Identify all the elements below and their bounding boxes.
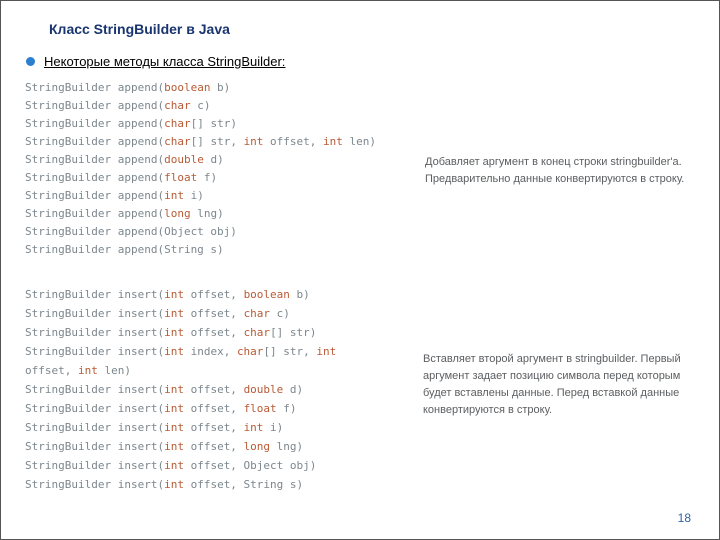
method-signature: StringBuilder append(long lng): [25, 205, 400, 223]
method-signature: StringBuilder append(String s): [25, 241, 400, 259]
method-signature: StringBuilder insert(int offset, Object …: [25, 456, 398, 475]
method-signature: StringBuilder insert(int offset, char c): [25, 304, 398, 323]
method-signature: StringBuilder insert(int offset, char[] …: [25, 323, 398, 342]
method-signature: StringBuilder insert(int offset, double …: [25, 380, 398, 399]
method-signature: StringBuilder insert(int offset, float f…: [25, 399, 398, 418]
method-signature: StringBuilder insert(int index, char[] s…: [25, 342, 398, 361]
slide-title: Класс StringBuilder в Java: [49, 21, 230, 37]
bullet-text: Некоторые методы класса StringBuilder:: [44, 54, 285, 69]
method-signature: StringBuilder append(double d): [25, 151, 400, 169]
method-signature: StringBuilder append(char c): [25, 97, 400, 115]
method-signature: StringBuilder append(boolean b): [25, 79, 400, 97]
method-signature: StringBuilder insert(int offset, boolean…: [25, 285, 398, 304]
method-signature: StringBuilder append(float f): [25, 169, 400, 187]
insert-description-text: Вставляет второй аргумент в stringbuilde…: [423, 351, 695, 419]
method-signature: StringBuilder insert(int offset, int i): [25, 418, 398, 437]
insert-description: Вставляет второй аргумент в stringbuilde…: [408, 279, 705, 491]
method-signature: StringBuilder append(char[] str): [25, 115, 400, 133]
method-signature: StringBuilder append(Object obj): [25, 223, 400, 241]
insert-block: StringBuilder insert(int offset, boolean…: [15, 279, 705, 491]
method-signature: StringBuilder insert(int offset, String …: [25, 475, 398, 491]
method-signature: StringBuilder append(int i): [25, 187, 400, 205]
bullet-icon: [26, 57, 35, 66]
page-number: 18: [678, 511, 691, 525]
bullet-row: Некоторые методы класса StringBuilder:: [26, 54, 285, 69]
method-signature: StringBuilder append(char[] str, int off…: [25, 133, 400, 151]
method-signature: offset, int len): [25, 361, 398, 380]
append-description: Добавляет аргумент в конец строки string…: [410, 73, 705, 269]
slide: Класс StringBuilder в Java Некоторые мет…: [0, 0, 720, 540]
method-signature: StringBuilder insert(int offset, long ln…: [25, 437, 398, 456]
append-block: StringBuilder append(boolean b)StringBui…: [15, 73, 705, 269]
insert-methods: StringBuilder insert(int offset, boolean…: [15, 279, 408, 491]
append-methods: StringBuilder append(boolean b)StringBui…: [15, 73, 410, 269]
append-description-text: Добавляет аргумент в конец строки string…: [425, 154, 695, 188]
